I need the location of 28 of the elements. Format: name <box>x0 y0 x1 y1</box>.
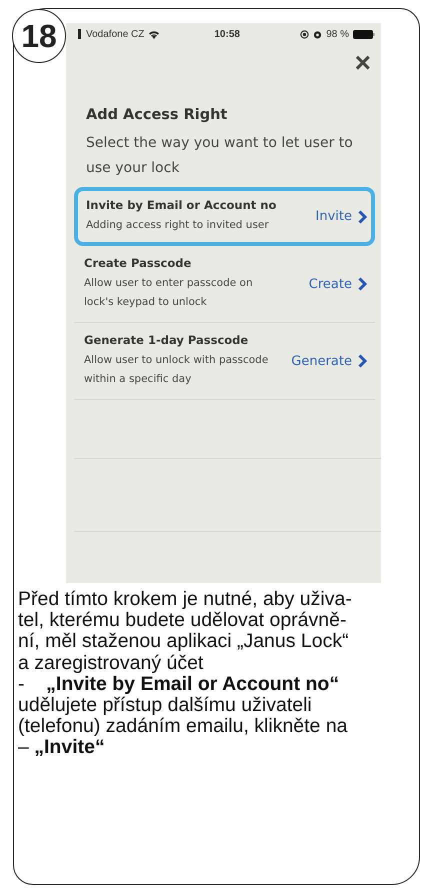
chevron-icon <box>358 354 367 368</box>
option-action-link[interactable]: Invite <box>316 209 352 224</box>
chevron-icon <box>358 210 367 224</box>
close-button[interactable]: × <box>354 49 371 77</box>
option-title: Generate 1-day Passcode <box>84 333 250 347</box>
lock-rotation-icon <box>300 30 310 38</box>
option-row[interactable]: Generate 1-day Passcode Allow user to unlock with passcode within a specific day Generate <box>74 323 375 400</box>
screen-subtitle: Select the way you want to let user to use your lock <box>85 134 354 178</box>
option-title: Invite by Email or Account no <box>86 198 278 212</box>
status-time: 10:58 <box>214 28 240 40</box>
instruction-paragraph: Před tímto krokem je nutné, aby uživa- tel, kterému budete udělovat oprávně- ní, měl staženou aplikaci „Janus Lock“ a zaregistrovaný účet - „Invite by Email or Account no“ udělujete přístup dalšímu uživateli (telefonu) zadáním emailu, klikněte na – „Invite“ <box>18 589 353 759</box>
chevron-icon <box>358 277 367 291</box>
option-description: Allow user to enter passcode on lock's keypad to unlock <box>84 276 254 310</box>
option-row[interactable]: Create Passcode Allow user to enter passcode on lock's keypad to unlock Create <box>74 246 375 323</box>
alarm-icon <box>313 30 322 38</box>
screen-title: Add Access Right <box>85 107 228 123</box>
carrier-name: Vodafone CZ <box>86 28 144 40</box>
option-title: Create Passcode <box>84 256 192 270</box>
signal-icon <box>78 29 82 39</box>
battery-percent: 98 % <box>326 28 349 40</box>
option-action-link[interactable]: Generate <box>291 354 352 368</box>
option-description: Allow user to unlock with passcode within a specific day <box>84 353 270 387</box>
option-description: Adding access right to invited user <box>86 218 270 233</box>
option-action-link[interactable]: Create <box>308 276 352 292</box>
wifi-icon <box>148 30 160 38</box>
step-number: 18 <box>12 9 66 63</box>
battery-icon <box>353 30 375 38</box>
option-row[interactable]: Invite by Email or Account no Adding access right to invited user Invite <box>74 187 375 246</box>
